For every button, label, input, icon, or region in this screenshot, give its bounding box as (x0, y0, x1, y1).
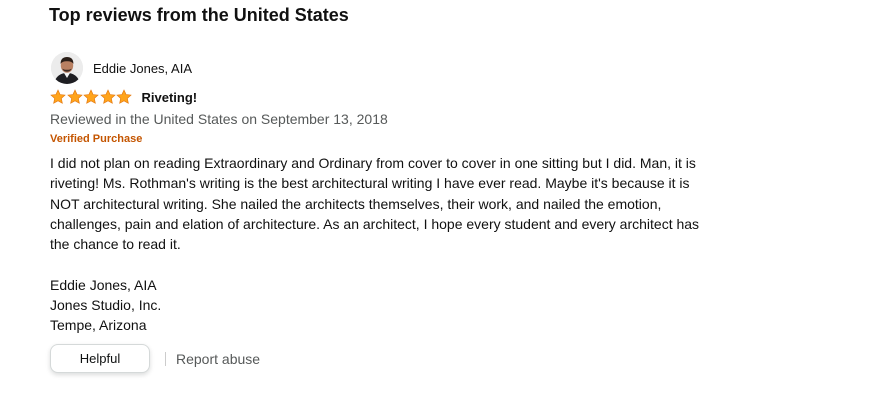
review-body-line: I did not plan on reading Extraordinary … (50, 155, 696, 171)
star-rating[interactable] (50, 89, 133, 105)
verified-purchase-badge: Verified Purchase (50, 133, 143, 145)
action-divider (165, 351, 166, 366)
reviewer-profile[interactable]: Eddie Jones, AIA (51, 52, 192, 84)
avatar-image-icon (51, 52, 83, 84)
signature-line: Jones Studio, Inc. (50, 297, 162, 314)
reviewer-name[interactable]: Eddie Jones, AIA (93, 61, 192, 76)
review-body-line: NOT architectural writing. She nailed th… (50, 195, 662, 212)
review-body: I did not plan on reading Extraordinary … (50, 153, 750, 336)
section-heading: Top reviews from the United States (49, 5, 349, 25)
review-body-line: riveting! Ms. Rothman's writing is the b… (50, 175, 690, 192)
signature-line: Eddie Jones, AIA (50, 276, 157, 293)
helpful-button[interactable]: Helpful (50, 344, 150, 373)
review-date: Reviewed in the United States on Septemb… (50, 111, 388, 127)
avatar[interactable] (51, 52, 83, 84)
review-title[interactable]: Riveting! (142, 90, 198, 105)
star-icon (83, 89, 99, 104)
review-body-line: the chance to read it. (50, 236, 181, 253)
review-actions: Helpful Report abuse (50, 344, 260, 373)
signature-line: Tempe, Arizona (50, 317, 147, 334)
report-abuse-link[interactable]: Report abuse (176, 351, 260, 367)
star-icon (116, 89, 132, 104)
star-icon (99, 89, 116, 104)
star-icon (50, 89, 66, 104)
rating-row: Riveting! (50, 89, 197, 105)
star-icon (66, 89, 83, 104)
review-body-line: challenges, pain and elation of architec… (50, 215, 700, 232)
